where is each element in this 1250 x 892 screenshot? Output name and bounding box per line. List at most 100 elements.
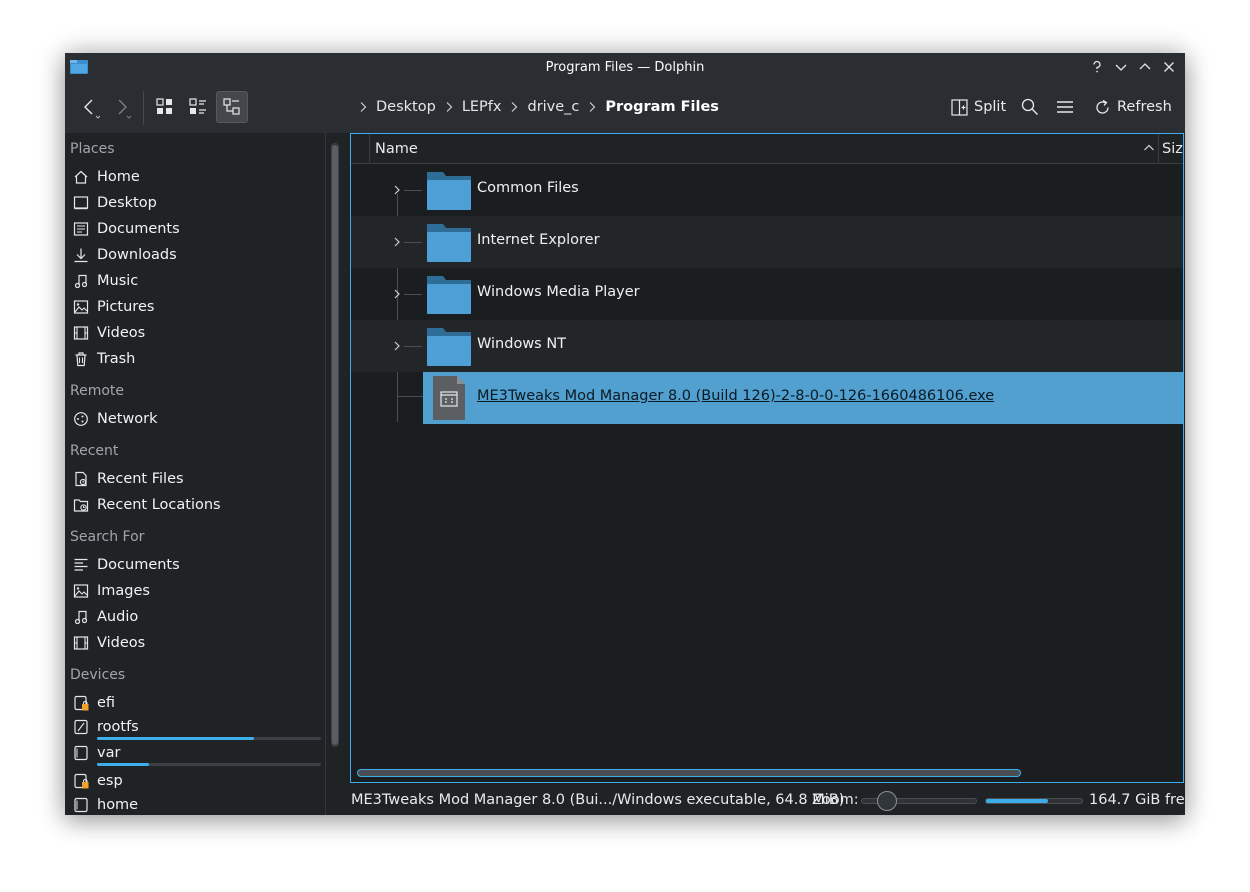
header-separator[interactable] [1158,134,1159,164]
home-icon [74,170,88,184]
expand-chevron-icon[interactable] [391,183,403,197]
menu-button[interactable] [1056,95,1080,119]
list-item-windows-nt[interactable]: Windows NT [351,320,1183,372]
documents-icon [73,222,89,236]
breadcrumb-lepfx[interactable]: LEPfx [462,99,502,115]
list-item-common-files[interactable]: Common Files [351,164,1183,216]
search-button[interactable] [1021,95,1045,119]
icons-view-button[interactable] [151,92,179,122]
refresh-button[interactable]: Refresh [1094,95,1172,119]
breadcrumb-desktop[interactable]: Desktop [376,99,436,115]
status-bar: ME3Tweaks Mod Manager 8.0 (Bui.../Window… [350,783,1185,815]
expand-chevron-icon[interactable] [391,287,403,301]
split-button[interactable]: Split [951,95,1006,119]
sidebar-item-desktop[interactable]: Desktop [73,191,323,215]
hamburger-menu-icon [1057,101,1073,113]
drive-icon [74,745,88,761]
free-space-fill [986,799,1049,803]
sort-ascending-icon [1144,144,1154,151]
horizontal-scrollbar[interactable] [357,769,1021,777]
refresh-label: Refresh [1117,99,1172,115]
sidebar-item-search-videos[interactable]: Videos [73,631,323,655]
breadcrumb-program-files[interactable]: Program Files [605,99,719,115]
drive-locked-icon [74,773,89,789]
sidebar-item-rootfs[interactable]: rootfs [73,715,323,739]
downloads-icon [74,248,88,263]
sidebar-item-search-documents[interactable]: Documents [73,553,323,577]
search-images-icon [73,584,89,598]
sidebar-item-videos[interactable]: Videos [73,321,323,345]
sidebar-scrollbar-thumb[interactable] [332,145,338,745]
expand-chevron-icon[interactable] [391,339,403,353]
maximize-button[interactable] [1133,55,1157,79]
back-button[interactable] [79,93,101,121]
title-bar: Program Files — Dolphin [65,53,1185,81]
list-item-windows-media-player[interactable]: Windows Media Player [351,268,1183,320]
header-separator [369,134,370,164]
section-recent: Recent [70,443,119,459]
section-search-for: Search For [70,529,145,545]
forward-button[interactable] [111,93,133,121]
sidebar-item-efi[interactable]: efi [73,691,323,715]
music-icon [74,274,88,289]
sidebar-item-recent-files[interactable]: Recent Files [73,467,323,491]
var-usage-fill [97,763,149,766]
sidebar-item-esp[interactable]: esp [73,769,323,793]
sidebar-item-documents[interactable]: Documents [73,217,323,241]
sidebar-item-home[interactable]: Home [73,165,323,189]
section-remote: Remote [70,383,125,399]
minimize-button[interactable] [1109,55,1133,79]
window-title: Program Files — Dolphin [545,59,705,75]
free-space-label: 164.7 GiB free [1089,792,1185,808]
file-view[interactable]: Name Size Common Files Internet Explorer… [350,133,1184,783]
compact-view-button[interactable] [184,92,212,122]
sidebar-item-search-audio[interactable]: Audio [73,605,323,629]
help-button[interactable] [1085,55,1109,79]
sidebar-item-search-images[interactable]: Images [73,579,323,603]
chevron-down-icon [1115,64,1127,71]
help-icon [1093,60,1101,73]
file-name: Windows NT [477,336,567,352]
tree-line [404,346,422,347]
sidebar-item-downloads[interactable]: Downloads [73,243,323,267]
executable-file-icon [433,376,465,420]
status-text: ME3Tweaks Mod Manager 8.0 (Bui.../Window… [351,792,845,808]
sidebar-item-label: Downloads [97,247,177,263]
toolbar-separator [143,91,144,125]
sidebar-item-trash[interactable]: Trash [73,347,323,371]
sidebar-item-music[interactable]: Music [73,269,323,293]
sidebar-item-label: Pictures [97,299,155,315]
sidebar-item-label: efi [97,695,116,711]
column-name-header[interactable]: Name [375,141,418,157]
sidebar-item-pictures[interactable]: Pictures [73,295,323,319]
tree-line [397,396,423,397]
sidebar-item-label: Recent Locations [97,497,221,513]
close-button[interactable] [1157,55,1181,79]
places-panel: Places Home Desktop Documents Downloads … [65,133,325,815]
file-name: Windows Media Player [477,284,640,300]
zoom-slider-handle[interactable] [876,791,897,811]
sidebar-item-label: Images [97,583,150,599]
sidebar-item-recent-locations[interactable]: Recent Locations [73,493,323,517]
list-item-internet-explorer[interactable]: Internet Explorer [351,216,1183,268]
section-devices: Devices [70,667,126,683]
list-item-selected-exe[interactable]: ME3Tweaks Mod Manager 8.0 (Build 126)-2-… [423,372,1183,424]
sidebar-item-home-drive[interactable]: home [73,793,323,815]
compact-view-icon [189,98,206,114]
details-view-button[interactable] [216,91,248,123]
desktop-icon [73,196,89,210]
breadcrumb-drive-c[interactable]: drive_c [527,99,579,115]
split-label: Split [974,99,1007,115]
file-name: ME3Tweaks Mod Manager 8.0 (Build 126)-2-… [477,388,995,404]
sidebar-item-network[interactable]: Network [73,407,323,431]
sidebar-item-var[interactable]: var [73,741,323,765]
panel-divider[interactable] [325,133,326,815]
trash-icon [75,352,87,367]
expand-chevron-icon[interactable] [391,235,403,249]
sidebar-item-label: home [97,797,139,813]
sidebar-item-label: var [97,745,121,761]
network-icon [74,412,88,426]
sidebar-item-label: esp [97,773,123,789]
dolphin-app-icon [70,60,88,74]
column-size-header[interactable]: Size [1162,141,1183,157]
